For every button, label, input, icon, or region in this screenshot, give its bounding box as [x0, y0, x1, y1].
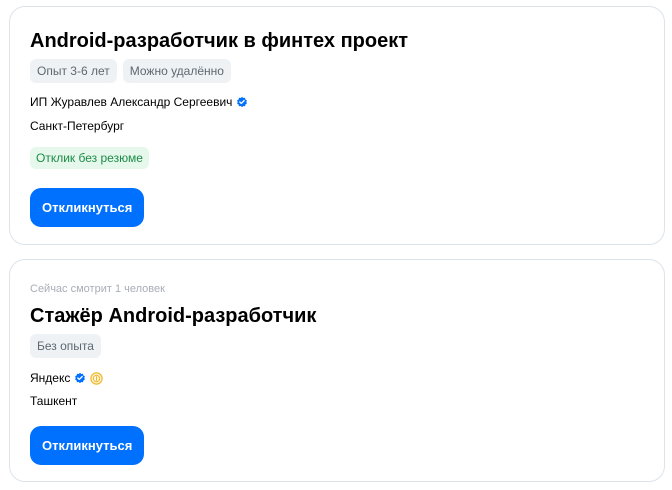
- respond-button[interactable]: Откликнуться: [30, 426, 145, 465]
- vacancy-title[interactable]: Android-разработчик в финтех проект: [30, 28, 408, 54]
- vacancy-card[interactable]: Сейчас смотрит 1 человек Стажёр Android-…: [9, 259, 665, 482]
- vacancy-card[interactable]: Android-разработчик в финтех проект Опыт…: [9, 6, 665, 245]
- company-line: Яндекс: [30, 370, 104, 386]
- no-resume-badge: Отклик без резюме: [30, 147, 149, 169]
- vacancy-tags: Опыт 3-6 лет Можно удалённо: [30, 59, 231, 83]
- vacancy-city: Ташкент: [30, 394, 78, 408]
- company-line: ИП Журавлев Александр Сергеевич: [30, 94, 248, 110]
- company-name[interactable]: Яндекс: [30, 370, 70, 386]
- experience-tag: Без опыта: [30, 334, 101, 358]
- company-name[interactable]: ИП Журавлев Александр Сергеевич: [30, 94, 232, 110]
- verified-check-icon: [237, 96, 248, 108]
- experience-tag: Опыт 3-6 лет: [30, 59, 117, 83]
- viewers-count: Сейчас смотрит 1 человек: [30, 283, 165, 295]
- coin-icon[interactable]: [90, 371, 104, 385]
- vacancy-tags: Без опыта: [30, 334, 101, 358]
- remote-tag: Можно удалённо: [122, 59, 231, 83]
- vacancy-city: Санкт-Петербург: [30, 119, 125, 133]
- respond-button[interactable]: Откликнуться: [30, 188, 145, 227]
- verified-check-icon: [75, 372, 86, 384]
- vacancy-title[interactable]: Стажёр Android-разработчик: [30, 303, 316, 329]
